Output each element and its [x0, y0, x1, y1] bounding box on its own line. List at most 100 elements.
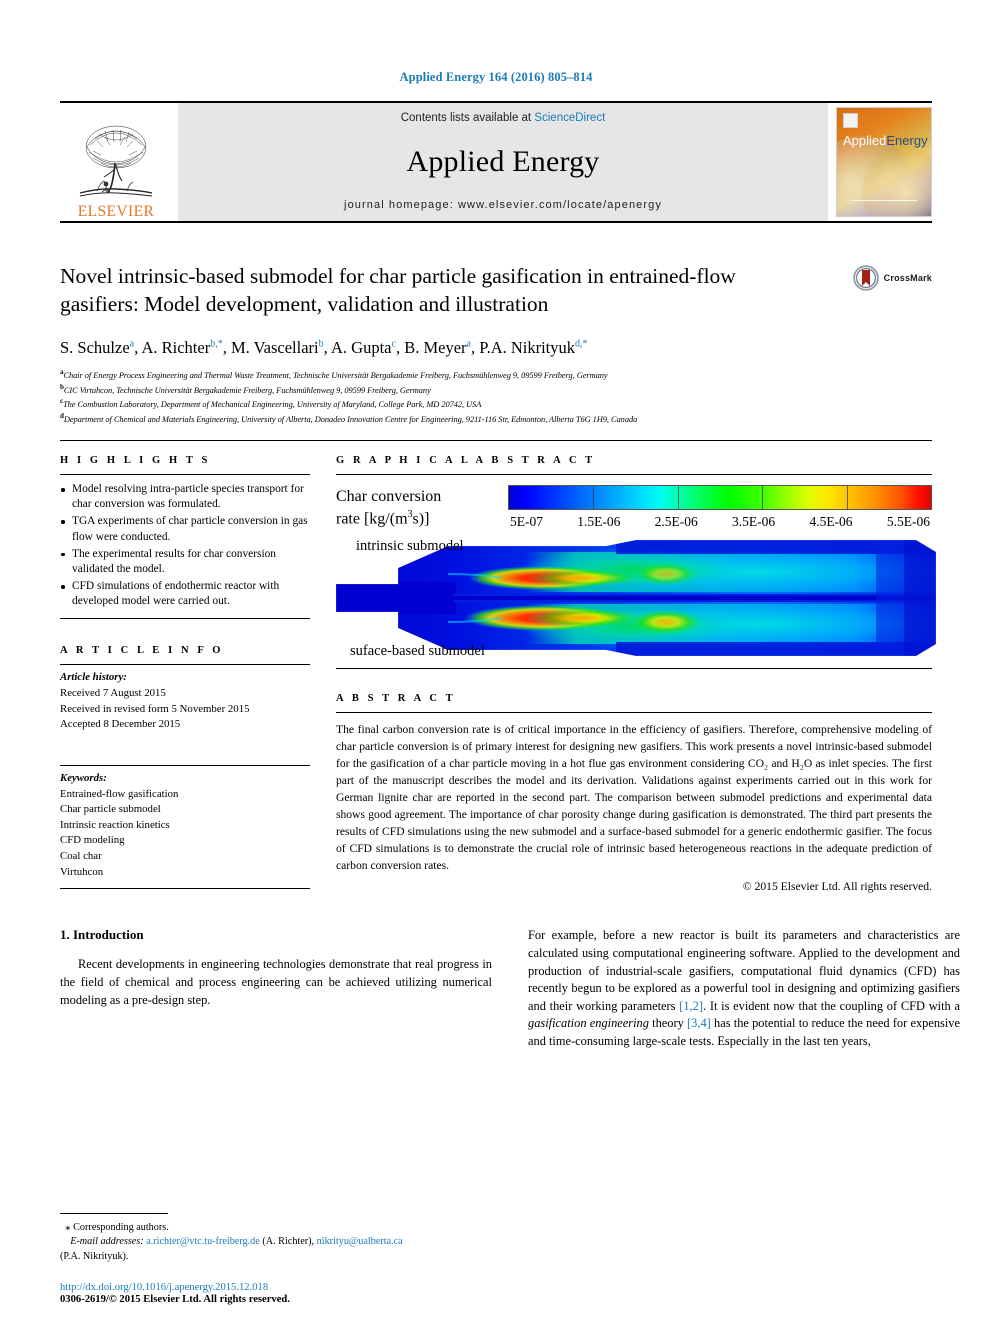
mid-section: H I G H L I G H T S Model resolving intr… [60, 455, 937, 893]
contents-available-line: Contents lists available at ScienceDirec… [401, 112, 606, 124]
author-affil-mark: b [318, 338, 324, 350]
history-item: Accepted 8 December 2015 [60, 718, 181, 731]
citation-link-2[interactable]: [3,4] [687, 1016, 711, 1030]
footnote-rule [60, 1212, 168, 1214]
abstract-rule [336, 712, 932, 714]
email-note: E-mail addresses: a.richter@vtc.tu-freib… [60, 1235, 492, 1250]
email-link-1[interactable]: a.richter@vtc.tu-freiberg.de [146, 1236, 260, 1247]
email-link-2[interactable]: nikrityu@ualberta.ca [317, 1236, 403, 1247]
colorbar-tick-label: 1.5E-06 [577, 514, 621, 530]
colorbar-caption-line1: Char conversion [336, 488, 442, 506]
contour-svg [336, 539, 937, 657]
colorbar-tick-labels: 5E-07 1.5E-06 2.5E-06 3.5E-06 4.5E-06 5.… [508, 514, 932, 530]
affiliation-text: The Combustion Laboratory, Department of… [63, 400, 482, 410]
author-name: S. Schulze [60, 338, 130, 358]
graphical-abstract-bottom-rule [336, 668, 932, 670]
colorbar-tick-label: 5.5E-06 [886, 514, 930, 530]
list-item: The experimental results for char conver… [60, 547, 310, 577]
highlights-heading: H I G H L I G H T S [60, 455, 211, 467]
doi-link[interactable]: http://dx.doi.org/10.1016/j.apenergy.201… [60, 1282, 520, 1293]
colorbar [508, 485, 932, 511]
sciencedirect-link[interactable]: ScienceDirect [534, 112, 605, 124]
affiliation-item: bCIC Virtuhcon, Technische Universität B… [60, 382, 932, 397]
colorbar-tick [677, 486, 679, 510]
intro-paragraph-left: Recent developments in engineering techn… [60, 957, 492, 1007]
abstract-block: A B S T R A C T The final carbon convers… [336, 693, 932, 893]
affiliation-list: aChair of Energy Process Engineering and… [60, 367, 932, 426]
introduction-section: 1. Introduction Recent developments in e… [60, 927, 960, 1050]
cover-title-applied: Applied [843, 133, 887, 148]
page-title: Novel intrinsic-based submodel for char … [60, 264, 736, 316]
title-block: Novel intrinsic-based submodel for char … [60, 263, 932, 426]
author-item: A. Richterb,* [141, 338, 222, 357]
author-affil-mark: b,* [210, 338, 223, 350]
asterisk-icon: ⁎ [65, 1220, 71, 1233]
article-history: Article history: Received 7 August 2015 … [60, 670, 310, 733]
keyword-item: Coal char [60, 850, 102, 863]
keyword-item: CFD modeling [60, 834, 125, 847]
article-info-heading: A R T I C L E I N F O [60, 645, 224, 657]
intro-text-part2: . It is evident now that the coupling of… [702, 998, 960, 1013]
keyword-item: Virtuhcon [60, 865, 104, 878]
author-affil-mark: d,* [575, 338, 588, 350]
intro-italic-phrase: gasification engineering [528, 1016, 649, 1031]
colorbar-tick-label: 4.5E-06 [809, 514, 853, 530]
panel-label-surface-based: suface-based submodel [350, 643, 485, 660]
cover-elsevier-mark-icon [843, 113, 858, 128]
author-name: A. Richter [141, 338, 211, 358]
author-name: M. Vascellari [230, 338, 319, 358]
author-affil-mark: a [466, 338, 471, 350]
affiliation-item: dDepartment of Chemical and Materials En… [60, 411, 932, 426]
section-title-introduction: 1. Introduction [60, 927, 144, 943]
gasifier-contour-plot: intrinsic submodel suface-based submodel [336, 538, 937, 660]
email-owner-2-line: (P.A. Nikrityuk). [60, 1251, 129, 1263]
abstract-heading: A B S T R A C T [336, 693, 456, 705]
colorbar-caption-line2: rate [kg/(m3s)] [336, 508, 508, 530]
graphical-abstract-figure: Char conversion rate [kg/(m3s)] 5E-07 1.… [336, 475, 937, 670]
colorbar-tick [846, 486, 848, 510]
keyword-item: Entrained-flow gasification [60, 787, 179, 800]
panel-label-intrinsic: intrinsic submodel [356, 538, 464, 555]
affiliation-text: Department of Chemical and Materials Eng… [63, 415, 638, 425]
footnote-block: ⁎ Corresponding authors. E-mail addresse… [60, 1212, 492, 1266]
crossmark-label: CrossMark [883, 273, 932, 283]
colorbar-tick-label: 2.5E-06 [654, 514, 698, 530]
citation-link-1[interactable]: [1,2] [679, 999, 703, 1013]
colorbar-row: Char conversion rate [kg/(m3s)] 5E-07 1.… [336, 485, 932, 530]
colorbar-tick-label: 3.5E-06 [732, 514, 776, 530]
author-name: A. Gupta [330, 338, 392, 358]
running-head: Applied Energy 164 (2016) 805–814 [399, 70, 593, 84]
doi-block: http://dx.doi.org/10.1016/j.apenergy.201… [60, 1282, 520, 1305]
crossmark-badge[interactable]: CrossMark [852, 265, 932, 291]
keywords-block: Keywords: Entrained-flow gasification Ch… [60, 771, 310, 880]
journal-homepage-link[interactable]: journal homepage: www.elsevier.com/locat… [344, 199, 662, 211]
highlights-bottom-rule [60, 618, 310, 620]
author-item: P.A. Nikrityukd,* [479, 338, 587, 357]
caption-units-pre: rate [kg/(m [336, 510, 408, 528]
masthead-center: Contents lists available at ScienceDirec… [178, 103, 828, 221]
colorbar-tick [762, 486, 764, 510]
elsevier-logo: ELSEVIER [60, 103, 172, 221]
journal-title: Applied Energy [406, 144, 600, 178]
intro-right-column: For example, before a new reactor is bui… [528, 927, 960, 1050]
keywords-rule [60, 764, 310, 766]
caption-units-post: s)] [412, 510, 430, 528]
crossmark-icon [852, 265, 879, 291]
abstract-copyright: © 2015 Elsevier Ltd. All rights reserved… [742, 880, 932, 894]
header-divider [60, 440, 932, 442]
journal-cover-thumbnail: AppliedEnergy [836, 107, 932, 217]
corresponding-authors-note: ⁎ Corresponding authors. [60, 1220, 492, 1236]
keywords-label: Keywords: [60, 771, 107, 784]
paper-page: Applied Energy 164 (2016) 805–814 ELSEVI… [0, 0, 992, 1323]
keyword-item: Char particle submodel [60, 803, 161, 816]
contents-prefix: Contents lists available at [400, 112, 535, 124]
keyword-item: Intrinsic reaction kinetics [60, 818, 170, 831]
author-affil-mark: a [129, 338, 135, 350]
author-item: A. Guptac [331, 338, 396, 357]
intro-paragraph-right: For example, before a new reactor is bui… [528, 927, 960, 1050]
contour-field [336, 540, 936, 657]
affiliation-item: aChair of Energy Process Engineering and… [60, 367, 932, 382]
article-info-spacer [60, 733, 310, 765]
left-column: H I G H L I G H T S Model resolving intr… [60, 455, 310, 893]
author-name: P.A. Nikrityuk [479, 338, 576, 358]
